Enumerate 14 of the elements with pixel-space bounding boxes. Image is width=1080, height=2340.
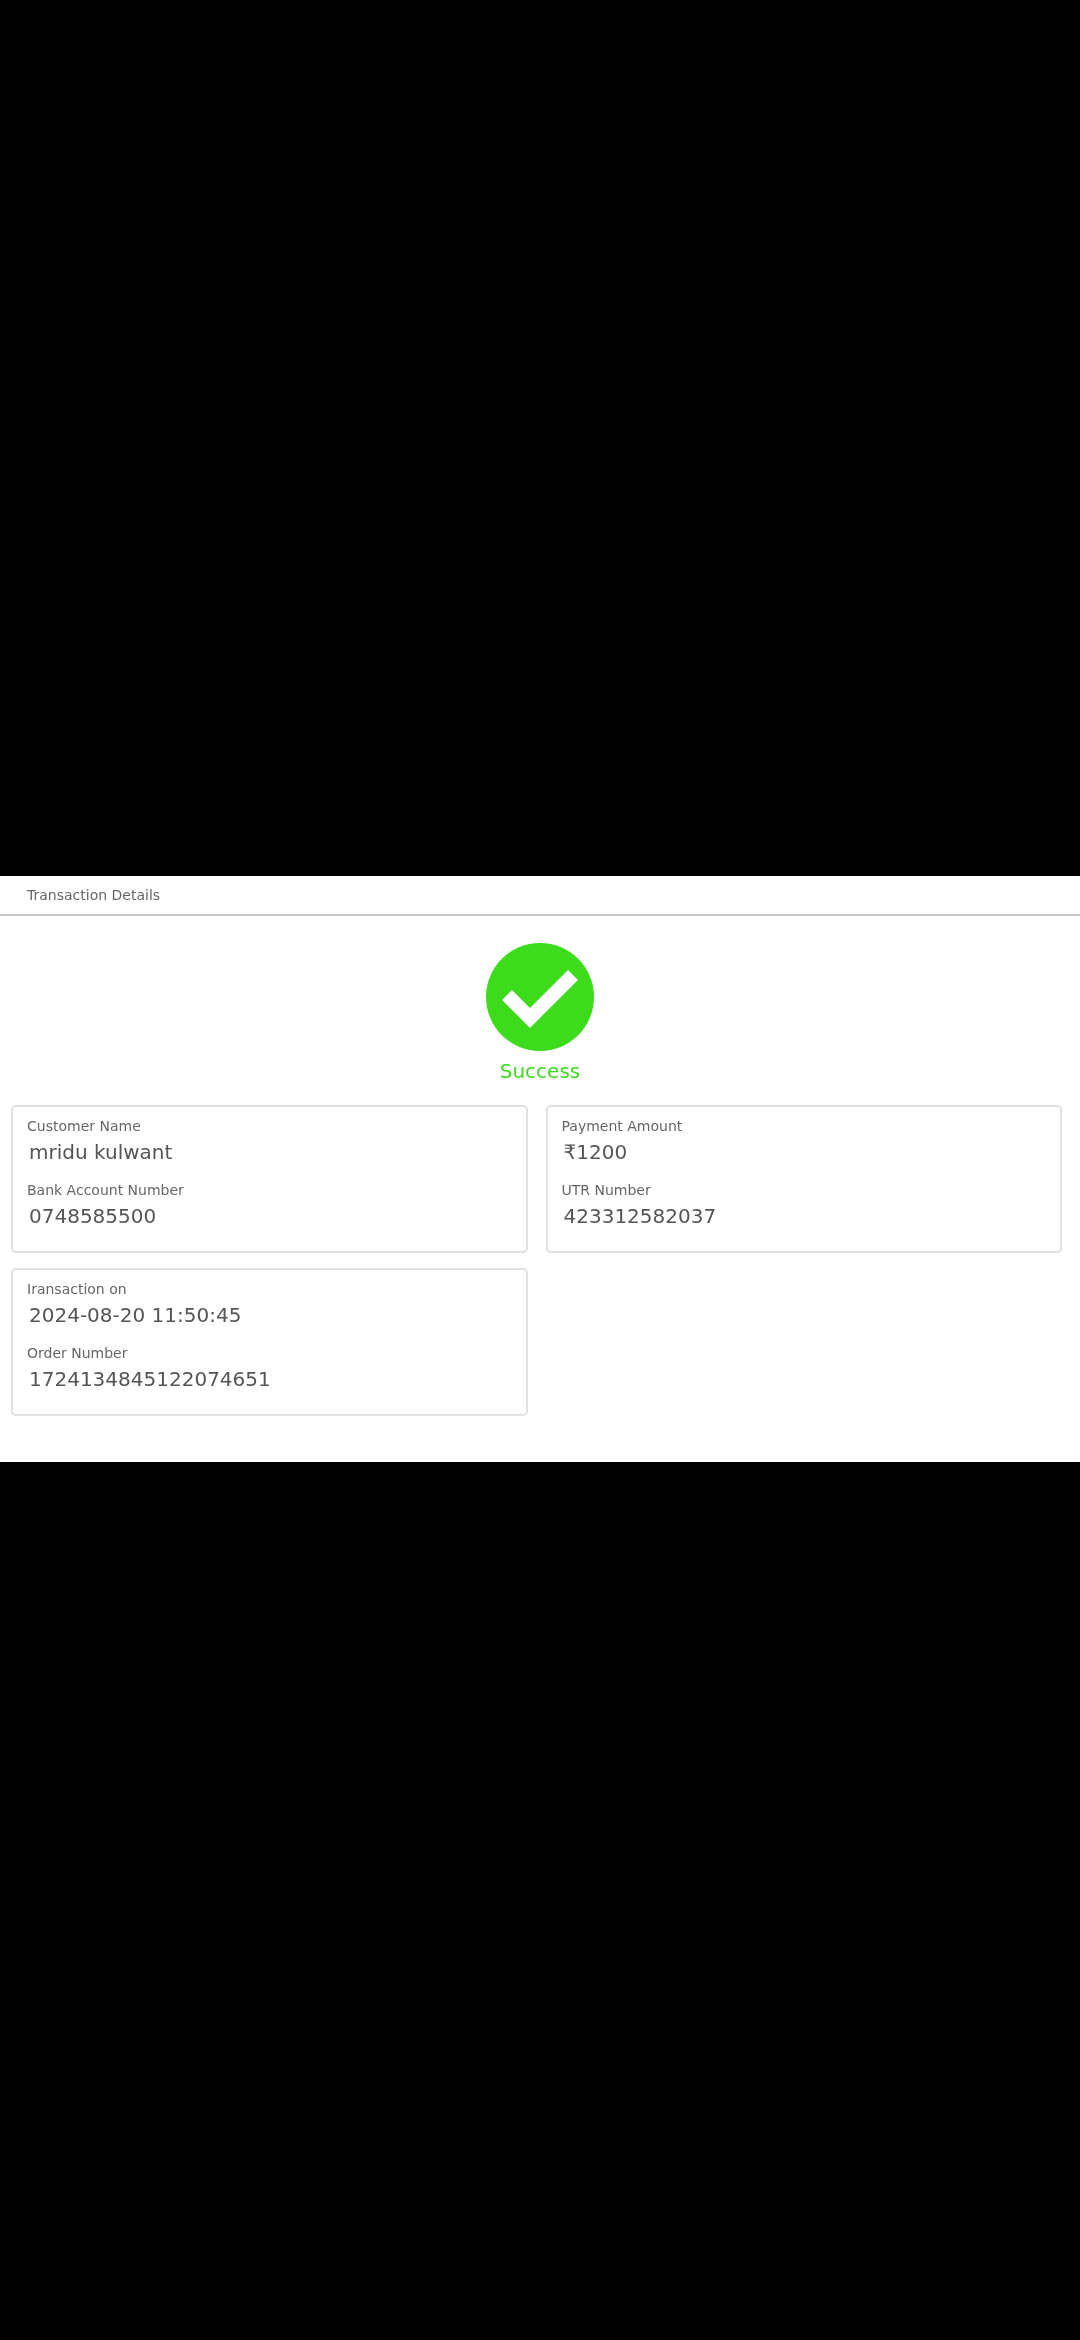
field-label: Bank Account Number: [27, 1182, 185, 1198]
field-label: Iransaction on: [27, 1281, 128, 1297]
field-value: mridu kulwant: [29, 1140, 174, 1164]
field-value: 423312582037: [563, 1204, 718, 1228]
field-value: 0748585500: [29, 1204, 158, 1228]
field-label: UTR Number: [561, 1182, 652, 1198]
page-title: Transaction Details: [27, 887, 161, 903]
field-label: Order Number: [27, 1345, 129, 1361]
field-value: ₹1200: [563, 1140, 629, 1164]
status-label: Success: [499, 1059, 581, 1083]
field-label: Payment Amount: [561, 1118, 684, 1134]
field-value: 1724134845122074651: [29, 1367, 272, 1391]
field-value: 2024-08-20 11:50:45: [29, 1303, 243, 1327]
field-label: Customer Name: [27, 1118, 142, 1134]
